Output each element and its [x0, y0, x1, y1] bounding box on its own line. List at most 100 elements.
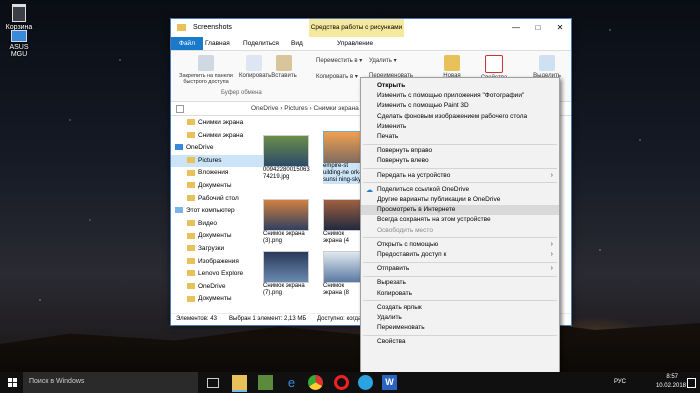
recycle-bin-icon	[12, 4, 26, 22]
nav-item[interactable]: OneDrive	[171, 281, 269, 293]
menu-item-label: Изменить с помощью Paint 3D	[377, 102, 469, 110]
copy-button[interactable]: Копировать	[239, 55, 271, 79]
telegram-icon[interactable]	[358, 375, 373, 390]
maximize-button[interactable]: □	[527, 19, 549, 37]
move-to-button[interactable]: Переместить в ▾	[316, 57, 362, 64]
folder-icon	[187, 295, 195, 302]
menu-item-label: Поделиться ссылкой OneDrive	[377, 185, 470, 193]
nav-item[interactable]: Рабочий стол	[171, 193, 269, 205]
language-indicator[interactable]: РУС	[614, 379, 626, 385]
desktop-icon-asus[interactable]: ASUS MGU	[2, 30, 36, 58]
nav-item[interactable]: Снимки экрана	[171, 130, 269, 142]
nav-item[interactable]: Pictures	[171, 154, 269, 167]
folder-icon	[187, 245, 195, 252]
context-menu-item[interactable]: Удалить	[361, 313, 559, 323]
clock-date[interactable]: 10.02.2018	[656, 383, 686, 389]
nav-item[interactable]: Снимки экрана	[171, 117, 269, 129]
paste-button[interactable]: Вставить	[271, 55, 297, 79]
clock-time[interactable]: 8:57	[666, 374, 678, 380]
store-icon[interactable]	[258, 375, 273, 390]
context-menu-item[interactable]: Создать ярлык	[361, 303, 559, 313]
notifications-icon[interactable]	[687, 378, 696, 388]
context-menu-item[interactable]: Переименовать	[361, 323, 559, 333]
file-name[interactable]: Снимок экрана (4	[323, 231, 363, 245]
file-name[interactable]: Снимок экрана (8	[323, 283, 363, 297]
close-button[interactable]: ✕	[549, 19, 571, 37]
context-menu-item[interactable]: Печать	[361, 132, 559, 142]
breadcrumb-item[interactable]: Снимки экрана	[314, 105, 359, 112]
new-folder-button[interactable]: Новая	[439, 55, 465, 79]
folder-icon	[187, 182, 195, 189]
tab-manage[interactable]: Управление	[333, 37, 377, 50]
file-name[interactable]: Снимок экрана (3).png	[263, 231, 313, 245]
pin-quick-access-button[interactable]: Закрепить на панели быстрого доступа	[175, 55, 237, 85]
nav-item[interactable]: Документы	[171, 293, 269, 305]
windows-start-icon[interactable]	[8, 378, 17, 387]
breadcrumb-item[interactable]: Pictures	[284, 105, 307, 112]
file-name[interactable]: Снимок экрана (7).png	[263, 283, 313, 297]
taskbar-search[interactable]: Поиск в Windows	[23, 372, 198, 393]
delete-button[interactable]: Удалить ▾	[369, 57, 397, 64]
context-menu-item[interactable]: Сделать фоновым изображением рабочего ст…	[361, 112, 559, 122]
select-button[interactable]: Выделить	[531, 55, 563, 79]
context-menu-item[interactable]: Просмотреть в Интернете	[361, 205, 559, 216]
menu-item-label: Печать	[377, 133, 399, 140]
context-menu-item[interactable]: Отправить ›	[361, 264, 559, 274]
menu-item-label: Удалить	[377, 314, 402, 321]
tab-home[interactable]: Главная	[201, 37, 234, 50]
edge-icon[interactable]: e	[284, 375, 299, 390]
tab-share[interactable]: Поделиться	[239, 37, 283, 50]
breadcrumb-item[interactable]: OneDrive	[251, 105, 278, 112]
context-menu-item[interactable]: Копировать	[361, 289, 559, 299]
nav-item-label: Снимки экрана	[198, 119, 244, 126]
context-menu-item[interactable]: Изменить с помощью приложения "Фотографи…	[361, 91, 559, 101]
tab-view[interactable]: Вид	[287, 37, 307, 50]
nav-item[interactable]: Документы	[171, 180, 269, 192]
nav-item[interactable]: OneDrive	[171, 142, 257, 154]
context-menu-item[interactable]: Вырезать	[361, 278, 559, 288]
file-thumbnail[interactable]	[263, 251, 309, 283]
context-menu-item[interactable]: Свойства	[361, 337, 559, 347]
nav-item[interactable]: Изображения	[171, 256, 269, 268]
copy-to-button[interactable]: Копировать в ▾	[316, 73, 358, 80]
file-thumbnail[interactable]	[323, 199, 365, 231]
folder-icon	[187, 220, 195, 227]
file-thumbnail[interactable]	[263, 135, 309, 167]
context-menu-item[interactable]: Предоставить доступ к ›	[361, 250, 559, 260]
context-menu-item[interactable]: Другие варианты публикации в OneDrive	[361, 195, 559, 205]
desktop-icon-recycle-bin[interactable]: Корзина	[2, 4, 36, 31]
minimize-button[interactable]: —	[505, 19, 527, 37]
chrome-icon[interactable]	[308, 375, 323, 390]
menu-separator	[363, 182, 557, 184]
file-name[interactable]: 00942280015063 74219.jpg	[263, 167, 313, 181]
nav-item[interactable]: Вложения	[171, 167, 269, 179]
context-menu-item[interactable]: ☁ Поделиться ссылкой OneDrive	[361, 185, 559, 195]
opera-icon[interactable]	[334, 375, 349, 390]
context-menu-item[interactable]: Открыть	[361, 81, 559, 91]
context-menu-item[interactable]: Повернуть вправо	[361, 146, 559, 156]
context-menu-item[interactable]: Изменить	[361, 122, 559, 132]
nav-item[interactable]: Lenovo Explore	[171, 268, 269, 280]
menu-item-label: Освободить место	[377, 226, 433, 234]
context-menu-item[interactable]: Изменить с помощью Paint 3D	[361, 101, 559, 111]
context-menu-item[interactable]: Открыть с помощью ›	[361, 240, 559, 250]
window-titlebar[interactable]: Screenshots Средства работы с рисунками …	[171, 19, 571, 37]
file-explorer-icon[interactable]	[232, 375, 247, 392]
tab-file[interactable]: Файл	[171, 37, 203, 50]
cloud-icon	[175, 144, 183, 151]
address-checkbox[interactable]	[176, 105, 184, 113]
nav-item[interactable]: Видео	[171, 218, 269, 230]
nav-item[interactable]: Этот компьютер	[171, 205, 257, 217]
context-menu-item[interactable]: Повернуть влево	[361, 156, 559, 166]
task-view-icon[interactable]	[207, 378, 219, 388]
file-name[interactable]: empire-st uilding-ne ork-sunsi ning-sky	[323, 163, 365, 184]
context-menu-item[interactable]: Передать на устройство ›	[361, 171, 559, 181]
menu-item-label: Копировать	[377, 289, 412, 297]
word-icon[interactable]: W	[382, 375, 397, 390]
folder-icon	[187, 283, 195, 290]
context-menu-item[interactable]: Всегда сохранять на этом устройстве	[361, 215, 559, 225]
file-thumbnail[interactable]	[263, 199, 309, 231]
nav-item[interactable]: Загрузки	[171, 243, 269, 255]
file-thumbnail[interactable]	[323, 251, 365, 283]
nav-item[interactable]: Документы	[171, 230, 269, 242]
